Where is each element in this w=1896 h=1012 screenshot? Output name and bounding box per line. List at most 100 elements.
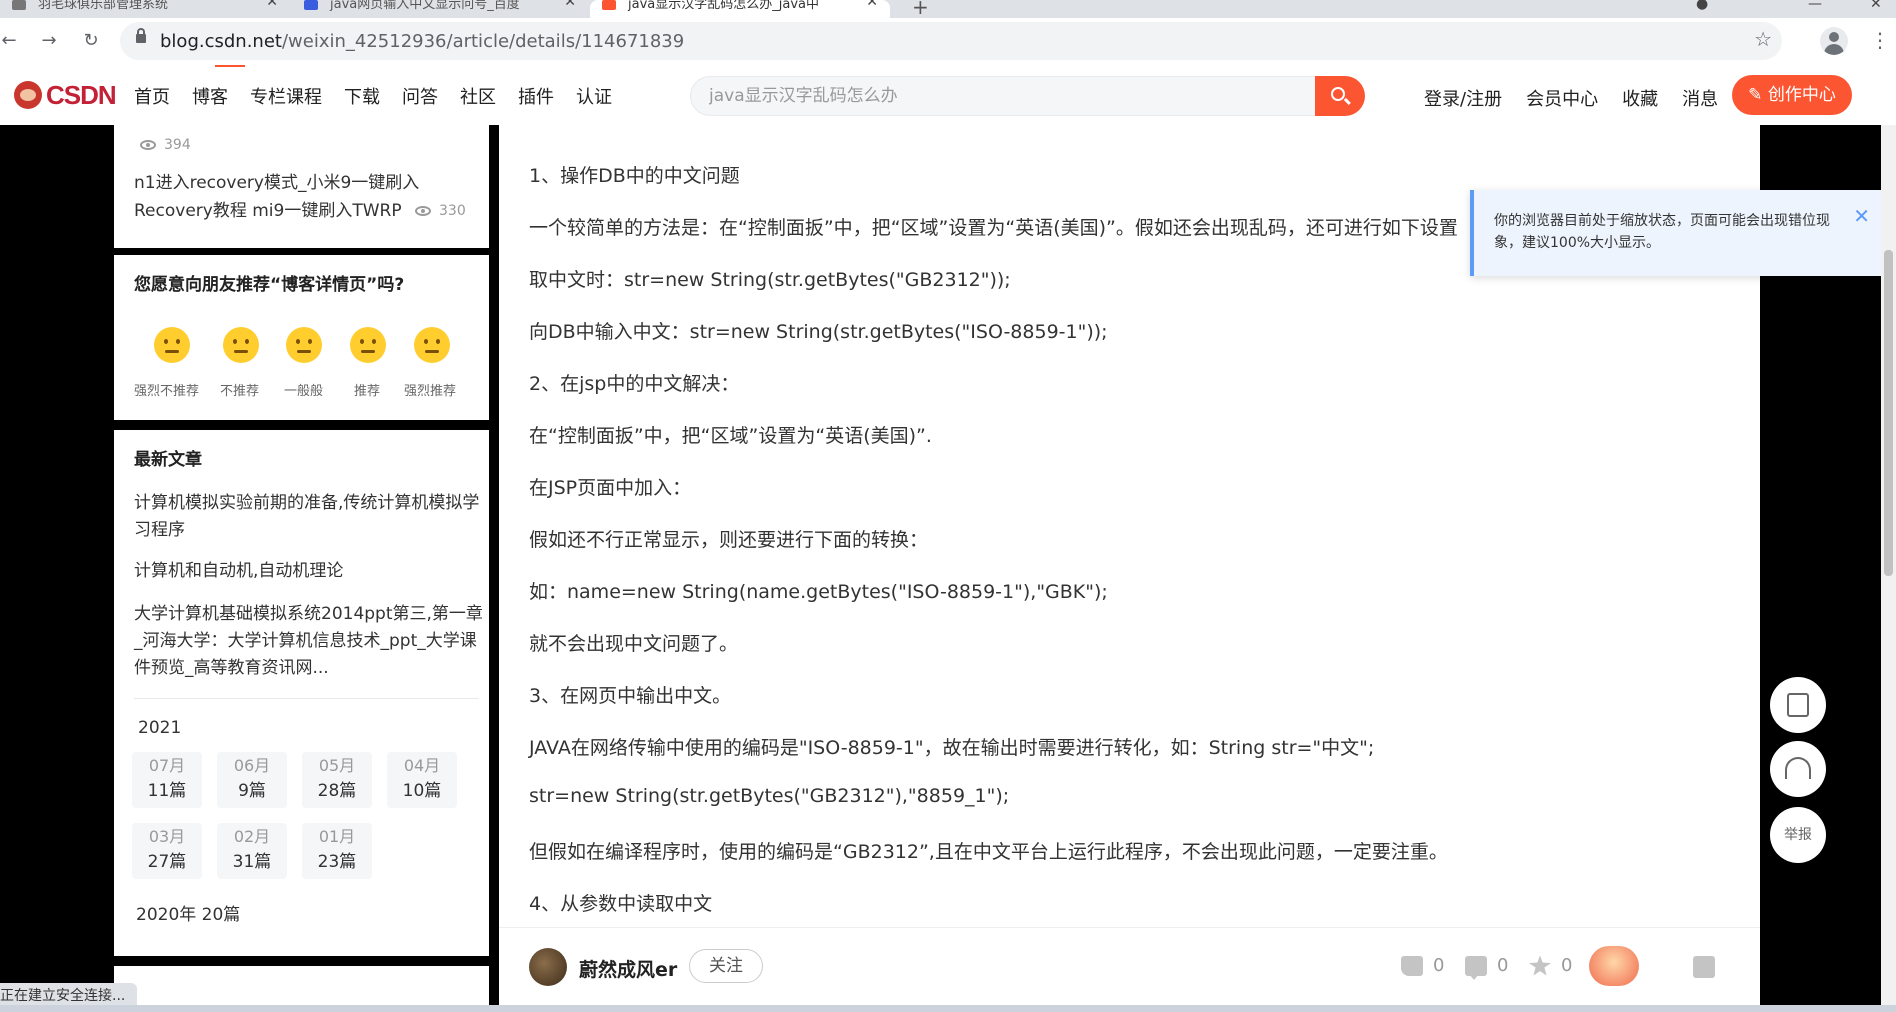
close-tab-icon[interactable]: ✕ — [564, 0, 576, 9]
new-tab-icon[interactable]: + — [912, 0, 929, 19]
archive-month[interactable]: 04月 10篇 — [387, 752, 457, 808]
grin-face-icon[interactable] — [414, 327, 450, 363]
angry-face-icon[interactable] — [154, 327, 190, 363]
nav-item-courses[interactable]: 专栏课程 — [250, 83, 322, 109]
archive-month[interactable]: 06月 9篇 — [217, 752, 287, 808]
rating-label: 强烈推荐 — [404, 384, 457, 399]
reload-icon[interactable]: ↻ — [78, 28, 104, 54]
like-button[interactable]: 0 — [1401, 955, 1444, 976]
article-paragraph: 在JSP页面中加入： — [529, 477, 692, 499]
archive-month-count: 27篇 — [147, 852, 187, 872]
archive-month-label: 02月 — [233, 827, 271, 846]
browser-tab[interactable]: java网页输入中文显示问号_百度 ✕ — [292, 0, 588, 18]
favorite-button[interactable]: 0 — [1529, 955, 1572, 976]
profile-avatar-icon[interactable] — [1820, 27, 1848, 55]
url-text[interactable]: blog.csdn.net/weixin_42512936/article/de… — [160, 31, 684, 52]
create-center-button[interactable]: ✎ 创作中心 — [1732, 75, 1852, 115]
recent-article-link[interactable]: 计算机和自动机,自动机理论 — [134, 558, 484, 585]
related-article-title: n1进入recovery模式_小米9一键刷入Recovery教程 mi9一键刷入… — [134, 173, 420, 221]
article-paragraph: JAVA在网络传输中使用的编码是"ISO-8859-1"，故在输出时需要进行转化… — [529, 737, 1375, 759]
recent-article-link[interactable]: 计算机模拟实验前期的准备,传统计算机模拟学习程序 — [134, 490, 484, 544]
view-count: 394 — [140, 137, 191, 153]
csdn-logo[interactable]: CSDN — [14, 79, 117, 111]
tab-favicon — [602, 0, 616, 10]
follow-button[interactable]: 关注 — [689, 949, 763, 983]
archive-month[interactable]: 07月 11篇 — [132, 752, 202, 808]
article-paragraph: str=new String(str.getBytes("GB2312"),"8… — [529, 785, 1010, 807]
rating-label: 推荐 — [354, 384, 381, 399]
share-icon[interactable] — [1693, 956, 1715, 978]
article-paragraph: 就不会出现中文问题了。 — [529, 633, 739, 655]
site-header: CSDN 首页 博客 专栏课程 下载 问答 社区 插件 认证 登录/注册 会员中… — [0, 65, 1896, 125]
browser-menu-icon[interactable]: ⋮ — [1870, 28, 1890, 52]
article-paragraph: 1、操作DB中的中文问题 — [529, 165, 740, 187]
close-window-icon[interactable]: ✕ — [1870, 0, 1882, 12]
archive-month[interactable]: 05月 28篇 — [302, 752, 372, 808]
author-avatar[interactable] — [529, 948, 567, 986]
smile-face-icon[interactable] — [350, 327, 386, 363]
rating-label: 强烈不推荐 — [134, 384, 200, 399]
archive-month-count: 10篇 — [402, 781, 442, 801]
csdn-logo-icon — [14, 81, 42, 109]
neutral-face-icon[interactable] — [286, 327, 322, 363]
related-article-link[interactable]: n1进入recovery模式_小米9一键刷入Recovery教程 mi9一键刷入… — [134, 169, 479, 225]
report-button[interactable]: 举报 — [1770, 807, 1826, 863]
browser-tab[interactable]: 羽毛球俱乐部管理系统 ✕ — [0, 0, 290, 18]
close-icon[interactable]: ✕ — [1853, 204, 1870, 228]
archive-month[interactable]: 03月 27篇 — [132, 823, 202, 879]
logo-text: CSDN — [46, 79, 117, 110]
back-icon[interactable]: ← — [0, 28, 22, 54]
article-paragraph: 一个较简单的方法是：在“控制面扳”中，把“区域”设置为“英语(美国)”。假如还会… — [529, 217, 1458, 239]
comment-button[interactable]: 0 — [1465, 955, 1508, 980]
nav-item-download[interactable]: 下载 — [344, 83, 380, 109]
view-count: 330 — [415, 197, 466, 225]
recent-article-link[interactable]: 大学计算机基础模拟系统2014ppt第三,第一章_河海大学：大学计算机信息技术_… — [134, 601, 484, 682]
view-count-value: 394 — [164, 137, 191, 153]
browser-tab-strip: 羽毛球俱乐部管理系统 ✕ java网页输入中文显示问号_百度 ✕ java显示汉… — [0, 0, 1896, 19]
close-tab-icon[interactable]: ✕ — [266, 0, 278, 9]
customer-service-button[interactable] — [1770, 741, 1826, 797]
forward-icon[interactable]: → — [36, 28, 62, 54]
confused-face-icon[interactable] — [223, 327, 259, 363]
address-bar[interactable]: blog.csdn.net/weixin_42512936/article/de… — [120, 22, 1782, 60]
rating-label: 不推荐 — [220, 384, 260, 399]
search-button[interactable] — [1315, 76, 1365, 116]
member-center-link[interactable]: 会员中心 — [1526, 85, 1598, 111]
nav-item-qa[interactable]: 问答 — [402, 83, 438, 109]
nav-item-blog[interactable]: 博客 — [192, 83, 228, 109]
scrollbar-thumb[interactable] — [1884, 250, 1893, 576]
reward-icon[interactable] — [1589, 946, 1639, 986]
search-input[interactable] — [691, 77, 1315, 115]
nav-item-certification[interactable]: 认证 — [576, 83, 612, 109]
minimize-icon[interactable]: — — [1808, 0, 1822, 12]
author-name[interactable]: 蔚然成风er — [579, 955, 677, 982]
tab-title: 羽毛球俱乐部管理系统 — [38, 0, 169, 12]
nav-item-home[interactable]: 首页 — [134, 83, 170, 109]
edit-article-button[interactable] — [1770, 677, 1826, 733]
page-scrollbar[interactable] — [1881, 125, 1896, 1012]
archive-year-2020[interactable]: 2020年 20篇 — [136, 900, 240, 925]
report-label: 举报 — [1784, 827, 1812, 843]
article-toolbar: 蔚然成风er 关注 0 0 0 — [499, 927, 1760, 1012]
create-center-label: 创作中心 — [1767, 85, 1836, 105]
favorites-link[interactable]: 收藏 — [1622, 85, 1658, 111]
archive-month[interactable]: 02月 31篇 — [217, 823, 287, 879]
tab-search-icon[interactable]: ● — [1696, 0, 1708, 12]
favorite-count: 0 — [1561, 955, 1573, 976]
view-count-value: 330 — [439, 203, 466, 219]
article-paragraph: 假如还不行正常显示，则还要进行下面的转换： — [529, 529, 929, 551]
thumbs-up-icon — [1401, 955, 1423, 976]
messages-link[interactable]: 消息 — [1682, 85, 1718, 111]
lock-icon — [136, 28, 146, 43]
browser-tab-active[interactable]: java显示汉字乱码怎么办_java中 ✕ — [590, 0, 890, 18]
article-paragraph: 在“控制面扳”中，把“区域”设置为“英语(美国)”. — [529, 425, 932, 447]
archive-month[interactable]: 01月 23篇 — [302, 823, 372, 879]
nav-item-plugins[interactable]: 插件 — [518, 83, 554, 109]
user-nav: 登录/注册 会员中心 收藏 消息 — [1424, 85, 1742, 111]
bookmark-star-icon[interactable]: ☆ — [1754, 27, 1772, 51]
login-register-link[interactable]: 登录/注册 — [1424, 85, 1502, 111]
close-tab-icon[interactable]: ✕ — [866, 0, 878, 9]
archive-month-count: 28篇 — [317, 781, 357, 801]
nav-item-community[interactable]: 社区 — [460, 83, 496, 109]
recent-articles-card: 最新文章 计算机模拟实验前期的准备,传统计算机模拟学习程序 计算机和自动机,自动… — [114, 430, 489, 956]
